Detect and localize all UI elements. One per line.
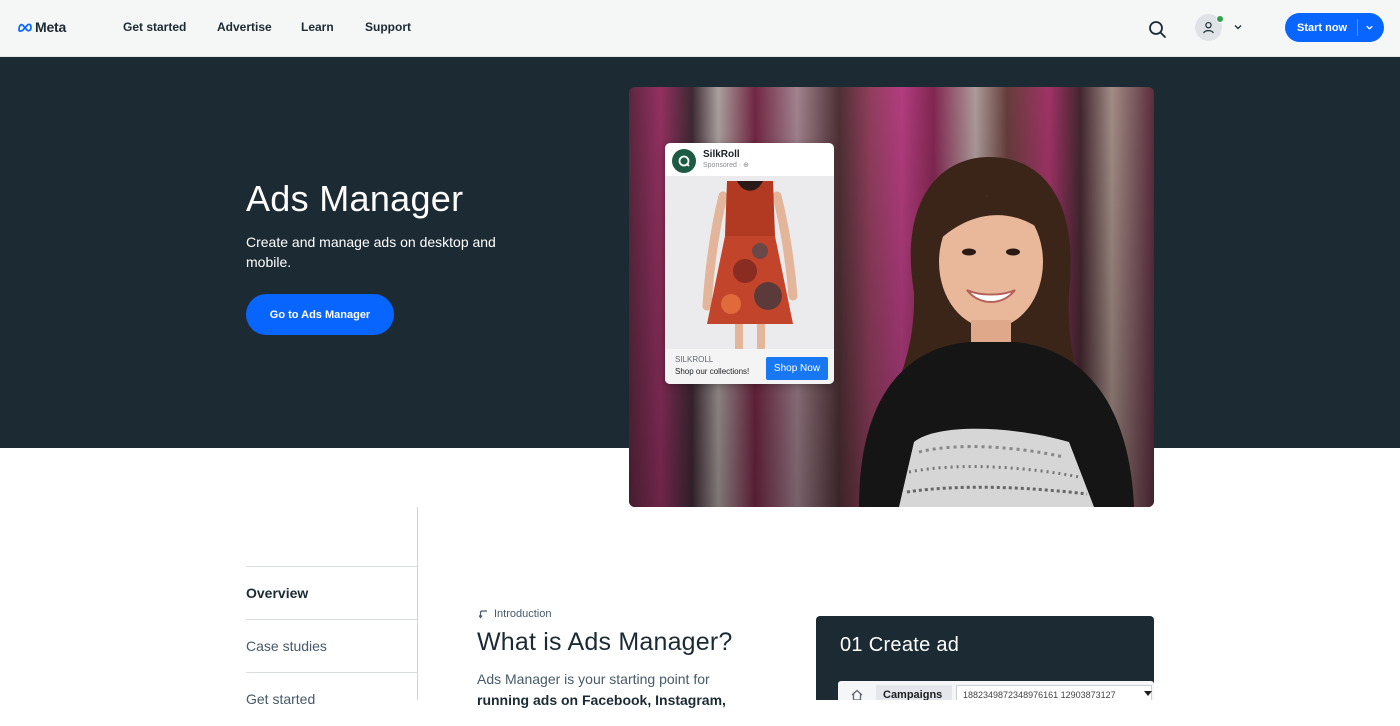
section-body: Ads Manager is your starting point for r… — [477, 669, 777, 711]
dropdown-arrow-icon — [1144, 691, 1152, 696]
shop-now-button[interactable]: Shop Now — [766, 357, 828, 380]
section-title: What is Ads Manager? — [477, 628, 733, 656]
start-now-label: Start now — [1297, 21, 1348, 34]
intro-tag-label: Introduction — [494, 608, 552, 620]
campaigns-tab: Campaigns — [876, 685, 952, 700]
ad-header: SilkRoll Sponsored · ⊕ — [665, 143, 834, 176]
side-nav-divider — [417, 507, 418, 700]
hero-subtitle: Create and manage ads on desktop and mob… — [246, 234, 496, 270]
create-ad-title: 01 Create ad — [840, 634, 960, 656]
woman-illustration — [859, 157, 1134, 507]
ad-preview-card: SilkRoll Sponsored · ⊕ SILKROLL Shop our… — [665, 143, 834, 384]
home-icon — [851, 689, 863, 700]
search-icon[interactable] — [1146, 18, 1168, 40]
nav-link-learn[interactable]: Learn — [301, 20, 334, 34]
body-bold-text: running ads on Facebook, Instagram, — [477, 692, 726, 708]
arrow-return-icon — [479, 610, 487, 619]
body-text: Ads Manager is your starting point for — [477, 671, 710, 687]
logo-text: Meta — [35, 19, 67, 35]
ad-footer-text: Shop our collections! — [675, 367, 750, 376]
ad-footer: SILKROLL Shop our collections! Shop Now — [665, 349, 834, 384]
side-nav-case-studies[interactable]: Case studies — [246, 619, 417, 673]
side-nav-overview[interactable]: Overview — [246, 566, 417, 620]
meta-logo-icon — [18, 23, 32, 32]
globe-icon: ⊕ — [743, 162, 749, 169]
sponsored-text: Sponsored · — [703, 162, 742, 169]
button-divider — [1357, 19, 1358, 36]
status-dot — [1216, 15, 1224, 23]
ad-product-image — [665, 176, 834, 349]
side-nav-get-started[interactable]: Get started — [246, 672, 417, 726]
user-icon — [1203, 21, 1214, 34]
meta-logo[interactable]: Meta — [17, 19, 66, 35]
chevron-down-icon[interactable] — [1232, 21, 1244, 33]
dress-illustration — [665, 176, 834, 349]
go-to-ads-manager-button[interactable]: Go to Ads Manager — [246, 294, 394, 335]
ads-manager-screenshot: Campaigns 1882349872348976161 1290387312… — [838, 681, 1154, 700]
ad-footer-brand: SILKROLL — [675, 355, 714, 364]
page-title: Ads Manager — [246, 178, 464, 219]
create-ad-panel: 01 Create ad Campaigns 18823498723489761… — [816, 616, 1154, 700]
nav-link-support[interactable]: Support — [365, 20, 411, 34]
start-now-button[interactable]: Start now — [1285, 13, 1384, 42]
ad-sponsored-label: Sponsored · ⊕ — [703, 161, 749, 169]
brand-logo-icon — [672, 149, 696, 173]
nav-link-advertise[interactable]: Advertise — [217, 20, 272, 34]
top-nav: Meta Get started Advertise Learn Support… — [0, 0, 1400, 57]
campaign-id-field: 1882349872348976161 12903873127 — [956, 685, 1152, 700]
chevron-down-icon[interactable] — [1364, 22, 1375, 33]
nav-link-get-started[interactable]: Get started — [123, 20, 186, 34]
ad-brand-name: SilkRoll — [703, 149, 740, 160]
intro-tag: Introduction — [479, 608, 551, 620]
